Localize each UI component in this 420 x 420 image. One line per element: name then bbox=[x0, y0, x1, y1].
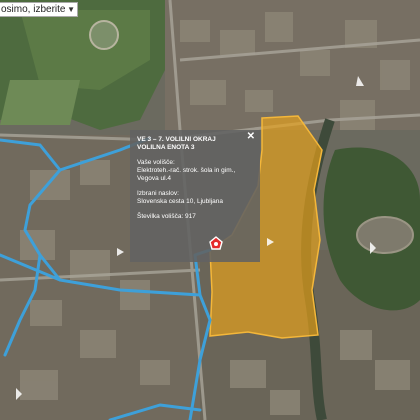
popup-title-line1: VE 3 – 7. VOLILNI OKRAJ bbox=[137, 136, 216, 143]
address-search-dropdown[interactable]: osimo, izberite ▼ bbox=[0, 2, 78, 17]
close-icon[interactable]: ✕ bbox=[247, 132, 255, 142]
polling-station-popup: ✕ VE 3 – 7. VOLILNI OKRAJ VOLILNA ENOTA … bbox=[130, 130, 260, 262]
polling-station-label: Vaše volišče: bbox=[137, 159, 175, 166]
selected-address-value: Slovenska cesta 10, Ljubljana bbox=[137, 198, 224, 205]
chevron-down-icon[interactable]: ▼ bbox=[67, 3, 75, 16]
popup-title-line2: VOLILNA ENOTA 3 bbox=[137, 144, 195, 151]
location-marker-icon[interactable] bbox=[209, 236, 223, 250]
polling-station-number: Številka volišča: 917 bbox=[137, 213, 196, 220]
selected-address-label: Izbrani naslov: bbox=[137, 190, 179, 197]
polling-station-line2: Vegova ul.4 bbox=[137, 175, 171, 182]
address-search-value: osimo, izberite bbox=[1, 4, 66, 15]
polling-station-line1: Elektroteh.-rač. strok. šola in gim., bbox=[137, 167, 236, 174]
